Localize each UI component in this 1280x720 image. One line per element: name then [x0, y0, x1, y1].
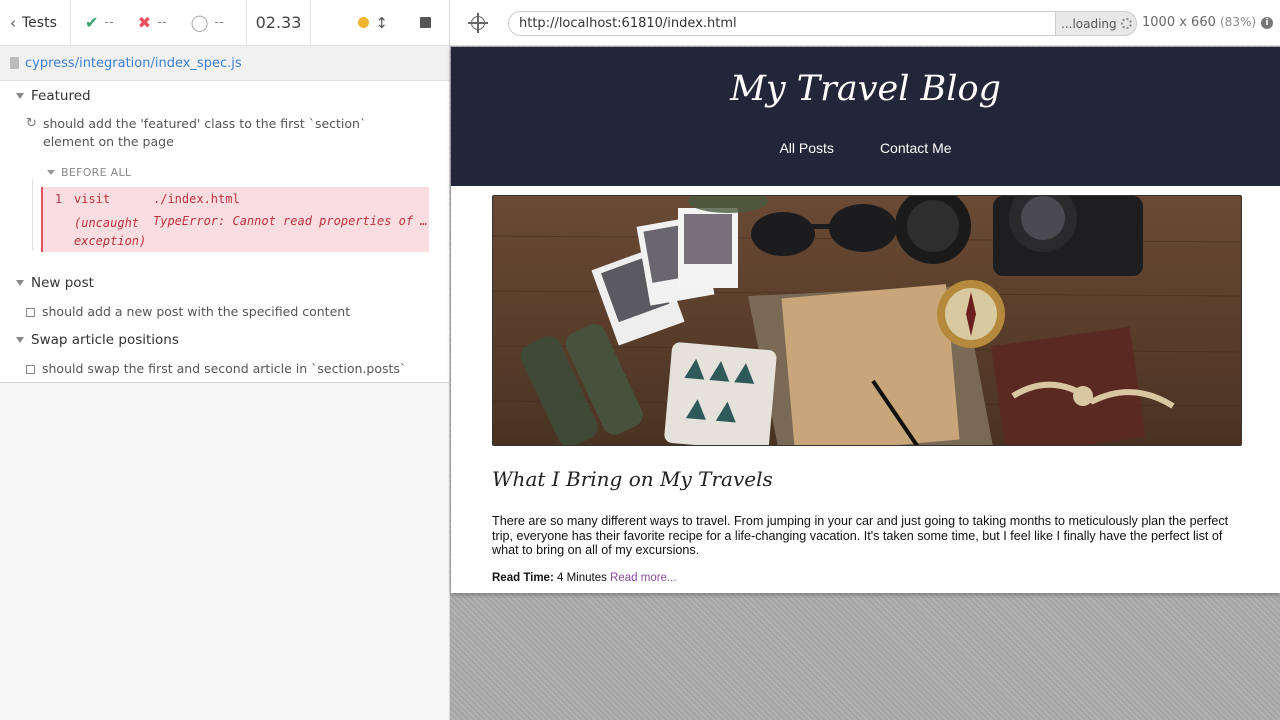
failed-count: -- [157, 15, 167, 30]
failed-stat: ✖ -- [138, 13, 167, 32]
app-under-test-panel: http://localhost:61810/index.html ...loa… [450, 0, 1280, 720]
hook-divider [32, 179, 33, 251]
command-number: 1 [54, 192, 63, 206]
test-swap-articles[interactable]: should swap the first and second article… [26, 360, 406, 378]
blog-header: My Travel Blog All Posts Contact Me [451, 47, 1280, 186]
pending-circle-icon: ◯ [190, 13, 209, 32]
test-stats: ✔ -- ✖ -- ◯ -- [71, 0, 247, 45]
auto-scroll-toggle-icon[interactable]: ↕ [375, 14, 388, 32]
command-message: ./index.html [153, 192, 240, 206]
command-name: visit [74, 192, 111, 206]
test-title: should add the 'featured' class to the f… [43, 116, 367, 149]
selector-playground-icon[interactable] [468, 13, 488, 33]
viewport-info: 1000 x 660 (83%) [1142, 15, 1256, 30]
aut-url-bar: http://localhost:61810/index.html ...loa… [450, 0, 1280, 46]
passed-stat: ✔ -- [85, 13, 114, 32]
viewport-dimensions: 1000 x 660 [1142, 15, 1216, 30]
suite-swap-articles[interactable]: Swap article positions [16, 332, 179, 348]
loading-spinner-icon [1120, 18, 1132, 29]
test-new-post[interactable]: should add a new post with the specified… [26, 303, 350, 321]
viewport-scale: (83%) [1220, 15, 1257, 29]
travel-flatlay-illustration [493, 196, 1241, 445]
error-message: TypeError: Cannot read properties of und… [153, 214, 429, 228]
hero-image [492, 195, 1242, 446]
spec-file-header: cypress/integration/index_spec.js [0, 46, 449, 81]
test-title: should add a new post with the specified… [42, 304, 351, 319]
suite-title: New post [31, 275, 94, 291]
pending-count: -- [214, 15, 224, 30]
suite-featured[interactable]: Featured [16, 88, 91, 104]
duration-timer: 02.33 [247, 0, 311, 45]
cypress-reporter: ‹ Tests ✔ -- ✖ -- ◯ -- 02.33 ↕ cypress/i… [0, 0, 450, 720]
info-icon[interactable]: i [1261, 17, 1273, 29]
stop-button[interactable] [420, 17, 431, 28]
run-controls: ↕ [311, 0, 449, 45]
check-icon: ✔ [85, 13, 99, 32]
collapse-caret-icon [16, 280, 24, 286]
collapse-caret-icon [47, 170, 55, 175]
pending-checkbox-icon [26, 308, 35, 317]
pending-checkbox-icon [26, 365, 35, 374]
before-all-hook[interactable]: BEFORE ALL [47, 166, 131, 179]
hook-label: BEFORE ALL [61, 166, 132, 179]
test-title: should swap the first and second article… [42, 361, 407, 376]
collapse-caret-icon [16, 337, 24, 343]
running-status-icon [358, 17, 370, 28]
loading-indicator: ...loading [1055, 11, 1137, 36]
nav-link-contact[interactable]: Contact Me [880, 140, 952, 156]
spec-file-link[interactable]: cypress/integration/index_spec.js [25, 56, 242, 71]
suite-new-post[interactable]: New post [16, 275, 94, 291]
error-name: (uncaught exception) [74, 216, 147, 248]
runnables-list: Featured ↻ should add the 'featured' cla… [0, 81, 449, 383]
test-featured-class[interactable]: ↻ should add the 'featured' class to the… [26, 115, 406, 151]
post-meta: Read Time: 4 Minutes Read more... [492, 572, 677, 584]
tests-label: Tests [22, 14, 57, 31]
cross-icon: ✖ [137, 13, 152, 32]
post-excerpt: There are so many different ways to trav… [492, 514, 1229, 558]
blog-nav: All Posts Contact Me [451, 140, 1280, 156]
read-time-value: 4 Minutes [556, 572, 607, 584]
aut-url-field[interactable]: http://localhost:61810/index.html [508, 11, 1056, 36]
running-spinner-icon: ↻ [26, 116, 37, 131]
nav-link-all-posts[interactable]: All Posts [779, 140, 833, 156]
loading-label: ...loading [1061, 16, 1117, 31]
file-icon [10, 57, 19, 69]
read-time-label: Read Time: [492, 572, 554, 584]
passed-count: -- [104, 15, 114, 30]
reporter-toolbar: ‹ Tests ✔ -- ✖ -- ◯ -- 02.33 ↕ [0, 0, 449, 46]
post-title: What I Bring on My Travels [492, 467, 773, 491]
pending-stat: ◯ -- [191, 13, 224, 32]
collapse-caret-icon [16, 93, 24, 99]
tests-back-button[interactable]: ‹ Tests [0, 0, 71, 45]
read-more-link[interactable]: Read more... [610, 572, 676, 584]
aut-page: My Travel Blog All Posts Contact Me What… [451, 47, 1280, 593]
blog-title: My Travel Blog [730, 69, 1001, 109]
chevron-left-icon: ‹ [10, 13, 16, 32]
command-visit-failed[interactable]: 1 visit ./index.html (uncaught exception… [41, 187, 429, 252]
suite-title: Swap article positions [31, 332, 179, 348]
suite-title: Featured [31, 88, 91, 104]
